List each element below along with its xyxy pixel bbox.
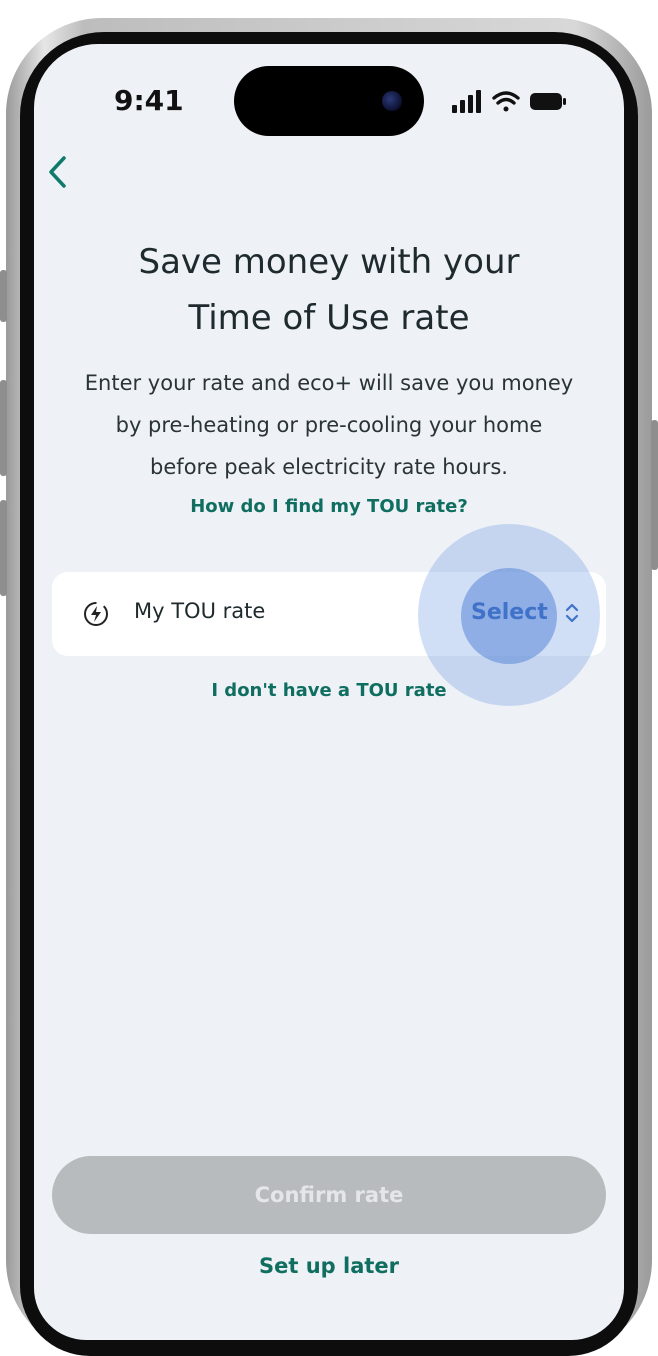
app-screen: 9:41 Save money with your Time of Use ra… xyxy=(34,44,624,1340)
status-time: 9:41 xyxy=(114,84,184,117)
lightning-clock-icon xyxy=(84,602,108,626)
wifi-icon xyxy=(492,91,520,112)
battery-icon xyxy=(530,93,566,110)
volume-down-button xyxy=(0,500,7,596)
chevron-left-icon[interactable] xyxy=(42,152,76,192)
confirm-rate-button[interactable]: Confirm rate xyxy=(52,1156,606,1234)
title-line-1: Save money with your xyxy=(138,242,520,282)
tou-rate-label: My TOU rate xyxy=(134,599,266,623)
find-tou-rate-link[interactable]: How do I find my TOU rate? xyxy=(34,496,624,517)
status-icons xyxy=(452,90,566,113)
volume-up-button xyxy=(0,380,7,476)
camera-icon xyxy=(382,91,402,111)
cellular-signal-icon xyxy=(452,90,481,113)
no-tou-rate-link[interactable]: I don't have a TOU rate xyxy=(34,680,624,701)
description: Enter your rate and eco+ will save you m… xyxy=(56,362,602,488)
description-line-1: Enter your rate and eco+ will save you m… xyxy=(84,371,574,395)
title-line-2: Time of Use rate xyxy=(188,298,470,338)
set-up-later-link[interactable]: Set up later xyxy=(34,1254,624,1278)
up-down-chevron-icon[interactable] xyxy=(564,600,580,626)
description-line-3: before peak electricity rate hours. xyxy=(150,455,508,479)
page-title: Save money with your Time of Use rate xyxy=(34,234,624,346)
description-line-2: by pre-heating or pre-cooling your home xyxy=(115,413,543,437)
select-button[interactable]: Select xyxy=(471,600,548,625)
power-button xyxy=(651,420,658,570)
dynamic-island xyxy=(234,66,424,136)
action-button xyxy=(0,270,7,322)
